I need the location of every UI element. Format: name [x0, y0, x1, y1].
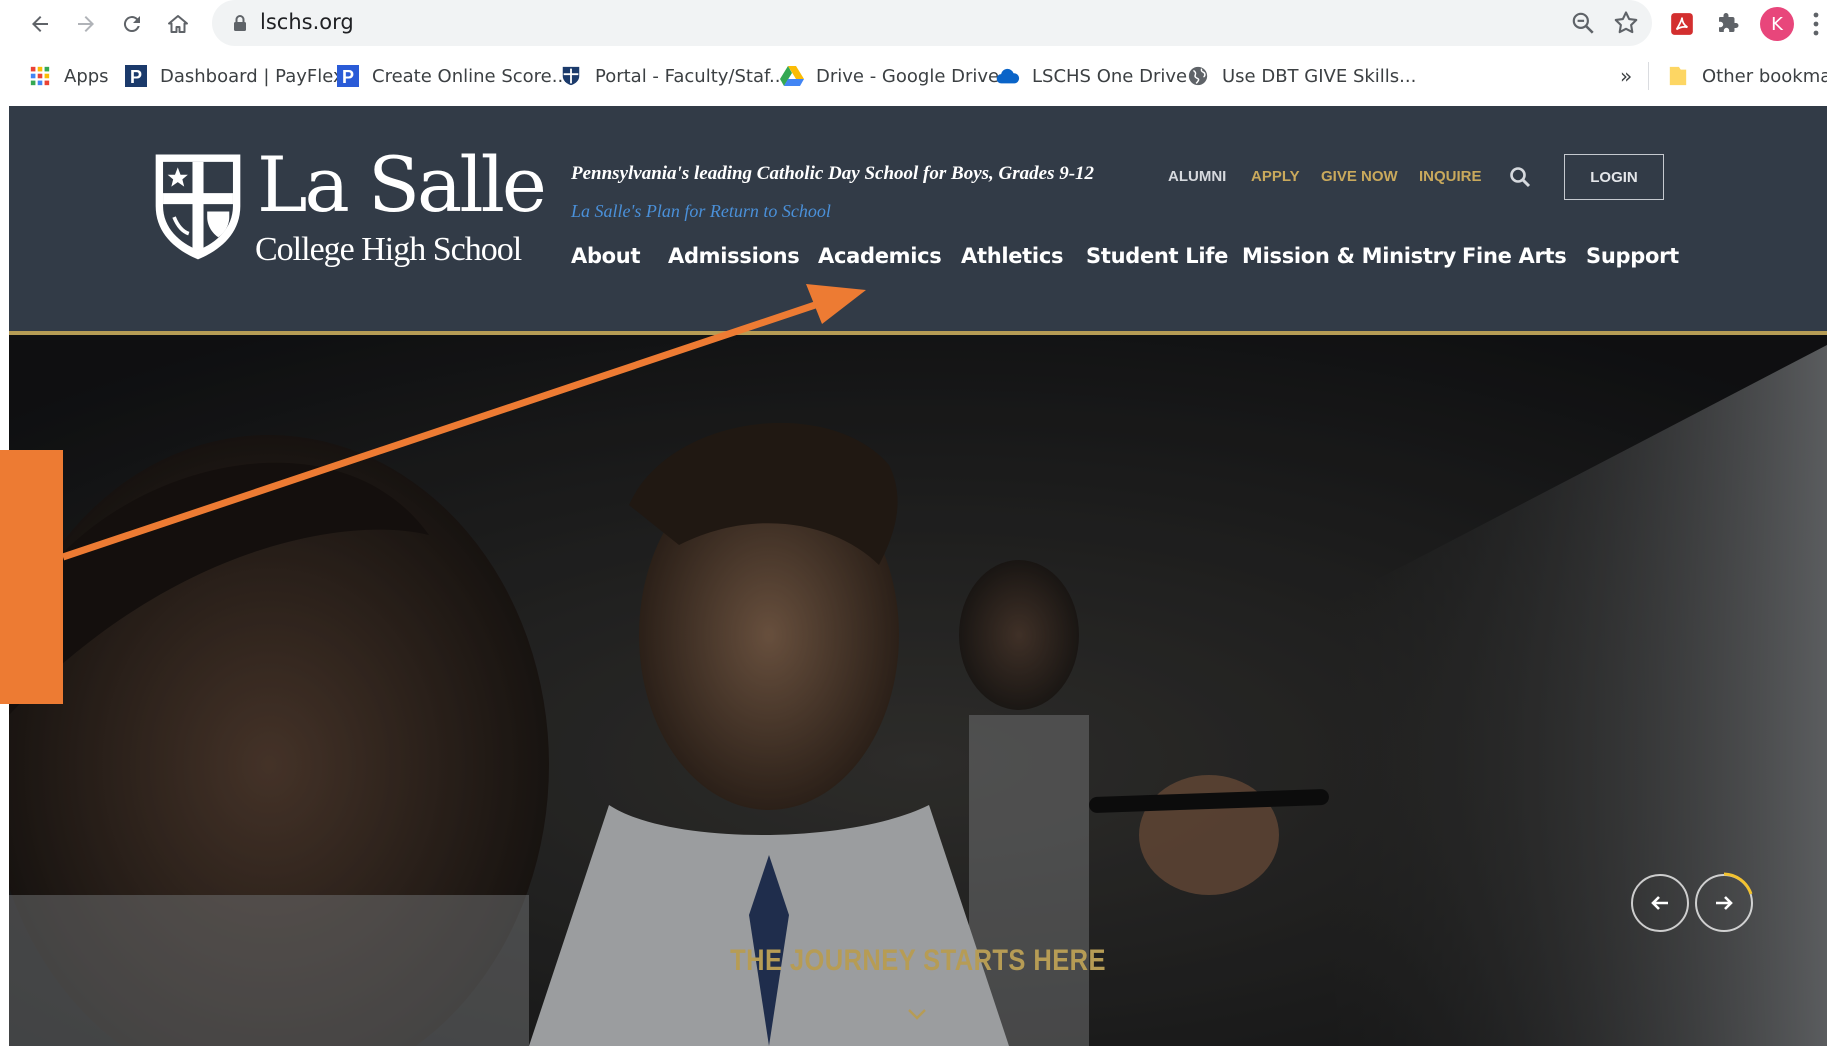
crest-shield-icon: [155, 154, 241, 260]
la-salle-logo[interactable]: La Salle College High School: [152, 140, 547, 286]
pdf-extension-icon[interactable]: [1666, 8, 1698, 40]
nav-about[interactable]: About: [571, 244, 641, 268]
return-to-school-link[interactable]: La Salle's Plan for Return to School: [571, 201, 831, 222]
shield-icon: [559, 64, 583, 88]
login-button[interactable]: LOGIN: [1564, 154, 1664, 200]
give-now-link[interactable]: GIVE NOW: [1321, 168, 1398, 185]
nav-support[interactable]: Support: [1586, 244, 1679, 268]
bookmark-other[interactable]: Other bookmark: [1666, 62, 1827, 90]
reload-icon[interactable]: [114, 6, 150, 42]
carousel-prev-button[interactable]: [1631, 874, 1689, 932]
extensions-puzzle-icon[interactable]: [1712, 8, 1744, 40]
hero-headline: THE JOURNEY STARTS HERE: [730, 944, 1106, 977]
address-bar[interactable]: lschs.org: [212, 0, 1652, 46]
inquire-link[interactable]: INQUIRE: [1419, 168, 1482, 185]
folder-icon: [1666, 64, 1690, 88]
bookmark-payflex[interactable]: P Dashboard | PayFlex: [124, 62, 344, 90]
bookmark-label: Apps: [64, 65, 109, 87]
bookmark-star-icon[interactable]: [1612, 9, 1640, 37]
search-icon[interactable]: [1509, 166, 1531, 188]
logo-subtitle: College High School: [255, 231, 522, 268]
zoom-icon[interactable]: [1570, 10, 1596, 36]
profile-avatar[interactable]: K: [1760, 7, 1794, 41]
bookmark-portal[interactable]: Portal - Faculty/Staf...: [559, 62, 786, 90]
payflex-icon: P: [124, 64, 148, 88]
bookmark-dbt-give[interactable]: Use DBT GIVE Skills...: [1186, 62, 1416, 90]
nav-student-life[interactable]: Student Life: [1086, 244, 1228, 268]
nav-fine-arts[interactable]: Fine Arts: [1462, 244, 1567, 268]
back-icon[interactable]: [22, 6, 58, 42]
apps-grid-icon: [28, 64, 52, 88]
bookmark-label: Use DBT GIVE Skills...: [1222, 65, 1417, 87]
site-header: La Salle College High School Pennsylvani…: [9, 106, 1827, 331]
website-viewport: La Salle College High School Pennsylvani…: [9, 106, 1827, 1046]
bookmark-apps[interactable]: Apps: [28, 62, 109, 90]
globe-icon: [1186, 64, 1210, 88]
bookmarks-overflow-button[interactable]: »: [1620, 62, 1632, 90]
bookmark-google-drive[interactable]: Drive - Google Drive: [780, 62, 999, 90]
bookmarks-bar: Apps P Dashboard | PayFlex P Create Onli…: [0, 52, 1827, 100]
bookmark-label: Dashboard | PayFlex: [160, 65, 344, 87]
bookmark-label: Other bookmark: [1702, 65, 1827, 87]
nav-academics[interactable]: Academics: [818, 244, 942, 268]
forward-icon[interactable]: [68, 6, 104, 42]
annotation-callout-box: [0, 450, 63, 704]
home-icon[interactable]: [160, 6, 196, 42]
p-logo-icon: P: [336, 64, 360, 88]
bookmarks-divider: [1648, 62, 1649, 90]
chevron-down-icon[interactable]: [907, 1006, 927, 1022]
svg-text:P: P: [342, 67, 354, 87]
tagline: Pennsylvania's leading Catholic Day Scho…: [571, 163, 1095, 184]
bookmark-label: LSCHS One Drive: [1032, 65, 1188, 87]
alumni-link[interactable]: ALUMNI: [1168, 168, 1226, 185]
lock-icon: [234, 15, 246, 31]
menu-kebab-icon[interactable]: [1810, 10, 1822, 38]
bookmark-label: Portal - Faculty/Staf...: [595, 65, 787, 87]
bookmark-label: Create Online Score...: [372, 65, 569, 87]
arrow-left-icon: [1651, 896, 1668, 910]
cloud-icon: [996, 64, 1020, 88]
browser-toolbar: lschs.org K: [0, 0, 1827, 48]
logo-wordmark: La Salle: [257, 140, 547, 229]
bookmark-create-online-score[interactable]: P Create Online Score...: [336, 62, 569, 90]
header-divider: [9, 331, 1827, 335]
hero-photo: [9, 335, 1827, 1046]
bookmark-onedrive[interactable]: LSCHS One Drive: [996, 62, 1187, 90]
carousel-progress-ring: [1723, 872, 1753, 895]
bookmark-label: Drive - Google Drive: [816, 65, 1000, 87]
svg-text:P: P: [130, 67, 142, 87]
nav-admissions[interactable]: Admissions: [668, 244, 800, 268]
hero-banner: [9, 335, 1827, 1046]
nav-mission-ministry[interactable]: Mission & Ministry: [1242, 244, 1456, 268]
url-text: lschs.org: [260, 10, 354, 34]
nav-athletics[interactable]: Athletics: [961, 244, 1063, 268]
google-drive-icon: [780, 64, 804, 88]
apply-link[interactable]: APPLY: [1251, 168, 1300, 185]
